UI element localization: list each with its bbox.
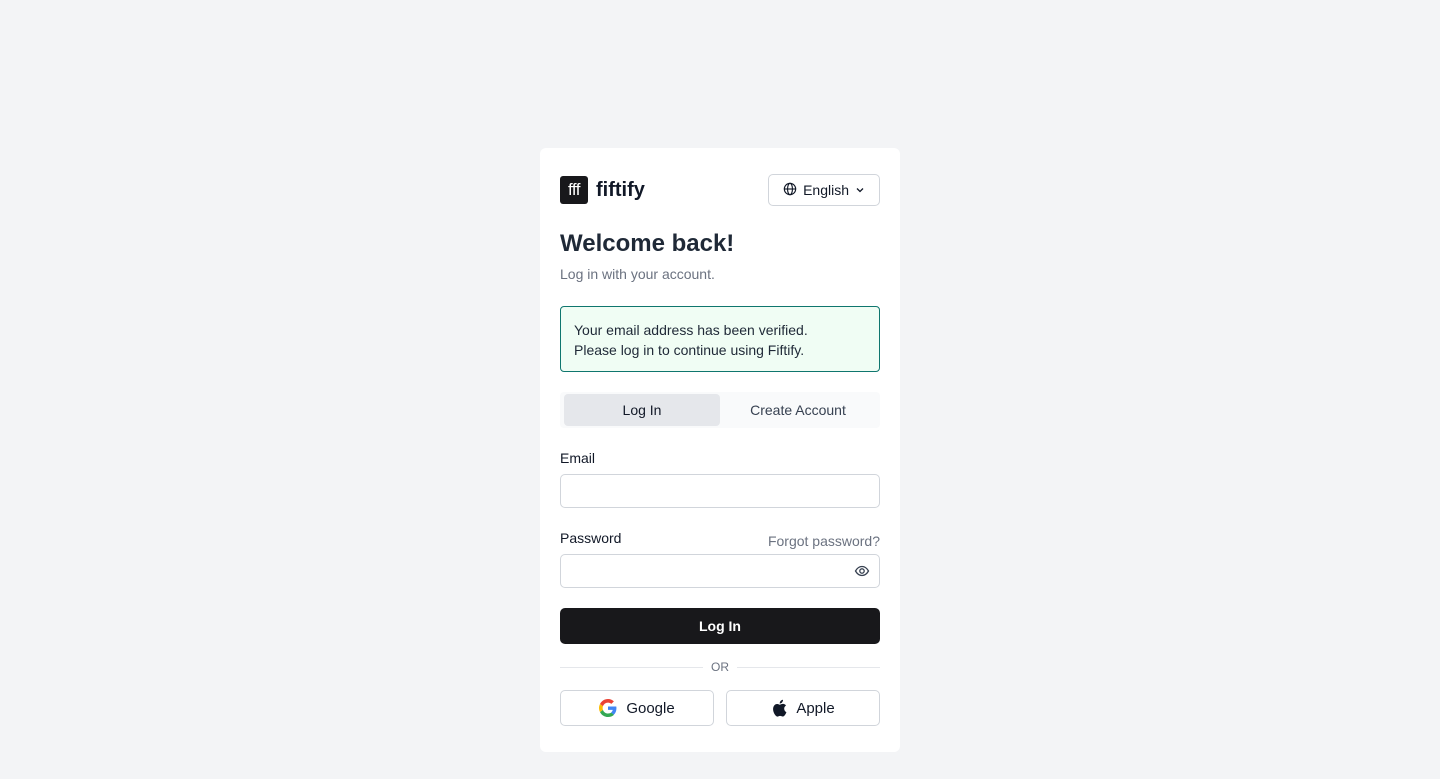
google-login-button[interactable]: Google [560, 690, 714, 726]
password-label-row: Password Forgot password? [560, 530, 880, 549]
divider-line-left [560, 666, 703, 668]
eye-icon[interactable] [854, 563, 872, 579]
apple-login-button[interactable]: Apple [726, 690, 880, 726]
tab-create-account[interactable]: Create Account [720, 394, 876, 426]
or-divider: OR [560, 660, 880, 674]
password-input[interactable] [560, 554, 880, 588]
email-input[interactable] [560, 474, 880, 508]
divider-line-right [737, 666, 880, 668]
password-field-wrapper [560, 554, 880, 588]
language-selector[interactable]: English [768, 174, 880, 206]
page-title: Welcome back! [560, 230, 735, 257]
card-header: fff fiftify English [560, 174, 880, 206]
log-in-button[interactable]: Log In [560, 608, 880, 644]
google-label: Google [626, 699, 675, 717]
forgot-password-link[interactable]: Forgot password? [768, 533, 880, 549]
logo-mark: fff [560, 176, 588, 204]
divider-label: OR [711, 660, 729, 674]
alert-line-1: Your email address has been verified. [574, 322, 808, 338]
brand: fff fiftify [560, 176, 645, 204]
page-subtitle: Log in with your account. [560, 266, 715, 282]
google-icon [599, 699, 617, 717]
social-login-row: Google Apple [560, 690, 880, 726]
apple-label: Apple [796, 699, 835, 717]
language-label: English [803, 182, 849, 198]
password-label: Password [560, 530, 622, 546]
alert-line-2: Please log in to continue using Fiftify. [574, 342, 805, 358]
brand-name: fiftify [596, 178, 645, 201]
tab-log-in[interactable]: Log In [564, 394, 720, 426]
auth-tabs: Log In Create Account [560, 392, 880, 428]
verification-alert: Your email address has been verified. Pl… [560, 306, 880, 372]
email-label: Email [560, 450, 596, 466]
apple-icon [771, 699, 787, 717]
chevron-down-icon [855, 182, 865, 198]
login-card: fff fiftify English Welcome back! Log in… [540, 148, 900, 752]
globe-icon [783, 182, 797, 199]
